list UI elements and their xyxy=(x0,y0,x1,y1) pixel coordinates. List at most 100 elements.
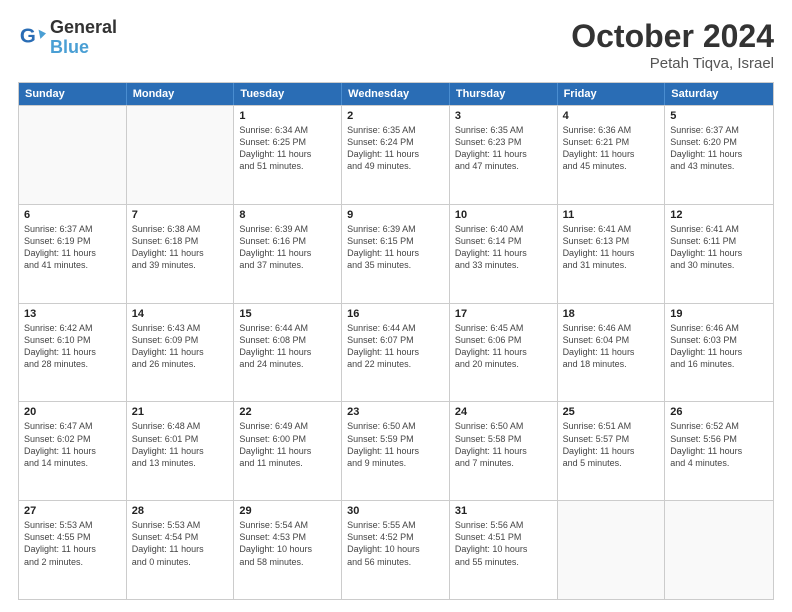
day-info: Sunrise: 6:42 AM Sunset: 6:10 PM Dayligh… xyxy=(24,322,121,371)
day-number: 5 xyxy=(670,110,768,122)
calendar-cell: 3Sunrise: 6:35 AM Sunset: 6:23 PM Daylig… xyxy=(450,106,558,204)
day-info: Sunrise: 6:47 AM Sunset: 6:02 PM Dayligh… xyxy=(24,420,121,469)
month-year: October 2024 xyxy=(571,18,774,55)
calendar-cell: 6 Sunrise: 6:37 AM Sunset: 6:19 PM Daylig… xyxy=(19,205,127,303)
logo-icon: G xyxy=(18,24,46,52)
day-info: Sunrise: 6:38 AM Sunset: 6:18 PM Dayligh… xyxy=(132,223,229,272)
day-info: Sunrise: 6:40 AM Sunset: 6:14 PM Dayligh… xyxy=(455,223,552,272)
day-info: Sunrise: 6:37 AM Sunset: 6:19 PM Dayligh… xyxy=(24,223,121,272)
calendar-cell: 22 Sunrise: 6:49 AM Sunset: 6:00 PM Dayli… xyxy=(234,402,342,500)
day-number: 6 xyxy=(24,209,121,221)
weekday-header: Saturday xyxy=(665,83,773,105)
logo-line2: Blue xyxy=(50,38,117,58)
day-info: Sunrise: 5:53 AM Sunset: 4:55 PM Dayligh… xyxy=(24,519,121,568)
day-number: 20 xyxy=(24,406,121,418)
day-number: 13 xyxy=(24,308,121,320)
day-number: 4 xyxy=(563,110,660,122)
calendar-cell: 29Sunrise: 5:54 AM Sunset: 4:53 PM Dayli… xyxy=(234,501,342,599)
calendar-cell: 9 Sunrise: 6:39 AM Sunset: 6:15 PM Daylig… xyxy=(342,205,450,303)
day-info: Sunrise: 5:55 AM Sunset: 4:52 PM Dayligh… xyxy=(347,519,444,568)
svg-text:G: G xyxy=(20,24,36,47)
day-info: Sunrise: 6:45 AM Sunset: 6:06 PM Dayligh… xyxy=(455,322,552,371)
calendar-cell: 17 Sunrise: 6:45 AM Sunset: 6:06 PM Dayli… xyxy=(450,304,558,402)
day-number: 15 xyxy=(239,308,336,320)
day-info: Sunrise: 6:35 AM Sunset: 6:23 PM Dayligh… xyxy=(455,124,552,173)
weekday-header: Monday xyxy=(127,83,235,105)
calendar-body: 1 Sunrise: 6:34 AM Sunset: 6:25 PM Daylig… xyxy=(19,105,773,599)
day-info: Sunrise: 6:37 AM Sunset: 6:20 PM Dayligh… xyxy=(670,124,768,173)
day-number: 22 xyxy=(239,406,336,418)
logo: G General Blue xyxy=(18,18,117,58)
calendar-header: SundayMondayTuesdayWednesdayThursdayFrid… xyxy=(19,83,773,105)
day-info: Sunrise: 6:49 AM Sunset: 6:00 PM Dayligh… xyxy=(239,420,336,469)
day-number: 26 xyxy=(670,406,768,418)
calendar-cell: 30 Sunrise: 5:55 AM Sunset: 4:52 PM Dayli… xyxy=(342,501,450,599)
calendar-cell: 11Sunrise: 6:41 AM Sunset: 6:13 PM Dayli… xyxy=(558,205,666,303)
calendar-cell xyxy=(558,501,666,599)
day-number: 8 xyxy=(239,209,336,221)
calendar-cell: 25 Sunrise: 6:51 AM Sunset: 5:57 PM Dayli… xyxy=(558,402,666,500)
day-number: 14 xyxy=(132,308,229,320)
weekday-header: Tuesday xyxy=(234,83,342,105)
page: G General Blue October 2024 Petah Tiqva,… xyxy=(0,0,792,612)
day-number: 31 xyxy=(455,505,552,517)
weekday-header: Wednesday xyxy=(342,83,450,105)
calendar-row: 13 Sunrise: 6:42 AM Sunset: 6:10 PM Dayli… xyxy=(19,303,773,402)
calendar-cell: 8Sunrise: 6:39 AM Sunset: 6:16 PM Daylig… xyxy=(234,205,342,303)
calendar-cell: 23 Sunrise: 6:50 AM Sunset: 5:59 PM Dayli… xyxy=(342,402,450,500)
calendar-cell xyxy=(19,106,127,204)
calendar-row: 6 Sunrise: 6:37 AM Sunset: 6:19 PM Daylig… xyxy=(19,204,773,303)
day-number: 25 xyxy=(563,406,660,418)
day-number: 9 xyxy=(347,209,444,221)
header: G General Blue October 2024 Petah Tiqva,… xyxy=(18,18,774,72)
day-info: Sunrise: 6:52 AM Sunset: 5:56 PM Dayligh… xyxy=(670,420,768,469)
day-info: Sunrise: 5:53 AM Sunset: 4:54 PM Dayligh… xyxy=(132,519,229,568)
weekday-header: Sunday xyxy=(19,83,127,105)
day-info: Sunrise: 6:41 AM Sunset: 6:11 PM Dayligh… xyxy=(670,223,768,272)
day-info: Sunrise: 6:50 AM Sunset: 5:58 PM Dayligh… xyxy=(455,420,552,469)
calendar-cell: 4 Sunrise: 6:36 AM Sunset: 6:21 PM Daylig… xyxy=(558,106,666,204)
day-info: Sunrise: 6:51 AM Sunset: 5:57 PM Dayligh… xyxy=(563,420,660,469)
day-number: 17 xyxy=(455,308,552,320)
day-info: Sunrise: 6:34 AM Sunset: 6:25 PM Dayligh… xyxy=(239,124,336,173)
day-info: Sunrise: 6:44 AM Sunset: 6:07 PM Dayligh… xyxy=(347,322,444,371)
day-number: 27 xyxy=(24,505,121,517)
day-number: 18 xyxy=(563,308,660,320)
day-info: Sunrise: 5:54 AM Sunset: 4:53 PM Dayligh… xyxy=(239,519,336,568)
calendar-cell: 24 Sunrise: 6:50 AM Sunset: 5:58 PM Dayli… xyxy=(450,402,558,500)
day-info: Sunrise: 6:35 AM Sunset: 6:24 PM Dayligh… xyxy=(347,124,444,173)
calendar-cell: 1 Sunrise: 6:34 AM Sunset: 6:25 PM Daylig… xyxy=(234,106,342,204)
day-info: Sunrise: 6:44 AM Sunset: 6:08 PM Dayligh… xyxy=(239,322,336,371)
day-number: 28 xyxy=(132,505,229,517)
day-number: 1 xyxy=(239,110,336,122)
calendar-cell: 28 Sunrise: 5:53 AM Sunset: 4:54 PM Dayli… xyxy=(127,501,235,599)
location: Petah Tiqva, Israel xyxy=(571,55,774,72)
day-number: 16 xyxy=(347,308,444,320)
calendar-row: 1 Sunrise: 6:34 AM Sunset: 6:25 PM Daylig… xyxy=(19,105,773,204)
weekday-header: Thursday xyxy=(450,83,558,105)
calendar-cell: 12Sunrise: 6:41 AM Sunset: 6:11 PM Dayli… xyxy=(665,205,773,303)
calendar-cell: 20 Sunrise: 6:47 AM Sunset: 6:02 PM Dayli… xyxy=(19,402,127,500)
calendar-cell: 18Sunrise: 6:46 AM Sunset: 6:04 PM Dayli… xyxy=(558,304,666,402)
day-info: Sunrise: 6:36 AM Sunset: 6:21 PM Dayligh… xyxy=(563,124,660,173)
calendar-cell: 26 Sunrise: 6:52 AM Sunset: 5:56 PM Dayli… xyxy=(665,402,773,500)
day-number: 30 xyxy=(347,505,444,517)
day-info: Sunrise: 5:56 AM Sunset: 4:51 PM Dayligh… xyxy=(455,519,552,568)
calendar-cell xyxy=(127,106,235,204)
day-info: Sunrise: 6:50 AM Sunset: 5:59 PM Dayligh… xyxy=(347,420,444,469)
calendar: SundayMondayTuesdayWednesdayThursdayFrid… xyxy=(18,82,774,600)
day-info: Sunrise: 6:48 AM Sunset: 6:01 PM Dayligh… xyxy=(132,420,229,469)
calendar-cell: 13 Sunrise: 6:42 AM Sunset: 6:10 PM Dayli… xyxy=(19,304,127,402)
weekday-header: Friday xyxy=(558,83,666,105)
day-number: 10 xyxy=(455,209,552,221)
calendar-cell: 5 Sunrise: 6:37 AM Sunset: 6:20 PM Daylig… xyxy=(665,106,773,204)
calendar-cell: 10 Sunrise: 6:40 AM Sunset: 6:14 PM Dayli… xyxy=(450,205,558,303)
day-info: Sunrise: 6:43 AM Sunset: 6:09 PM Dayligh… xyxy=(132,322,229,371)
day-info: Sunrise: 6:46 AM Sunset: 6:03 PM Dayligh… xyxy=(670,322,768,371)
day-info: Sunrise: 6:39 AM Sunset: 6:15 PM Dayligh… xyxy=(347,223,444,272)
day-number: 23 xyxy=(347,406,444,418)
calendar-cell: 7Sunrise: 6:38 AM Sunset: 6:18 PM Daylig… xyxy=(127,205,235,303)
day-number: 24 xyxy=(455,406,552,418)
calendar-cell: 27 Sunrise: 5:53 AM Sunset: 4:55 PM Dayli… xyxy=(19,501,127,599)
calendar-cell: 16 Sunrise: 6:44 AM Sunset: 6:07 PM Dayli… xyxy=(342,304,450,402)
